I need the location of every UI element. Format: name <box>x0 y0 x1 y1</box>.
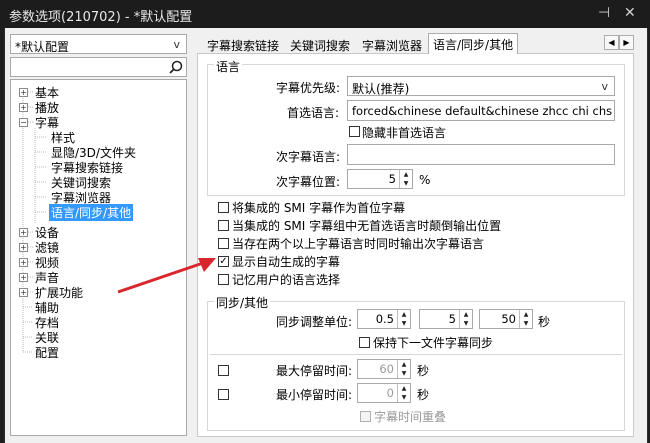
spinner-arrows-icon[interactable]: ▲ ▼ <box>397 360 410 378</box>
search-icon[interactable] <box>168 60 183 75</box>
profile-select[interactable]: *默认配置 v <box>10 34 187 54</box>
secondary-position-label: 次字幕位置: <box>276 175 341 189</box>
language-group-label: 语言 <box>214 58 243 75</box>
hide-nonpreferred-label: 隐藏非首选语言 <box>362 126 447 140</box>
tab-language-sync-other[interactable]: 语言/同步/其他 <box>428 33 519 54</box>
secondary-position-spinner[interactable]: 5 ▲ ▼ <box>347 169 413 189</box>
sync-unit-value-2: 5 <box>448 312 456 326</box>
sync-unit-spinner-1[interactable]: 0.5 ▲ ▼ <box>357 309 411 329</box>
tree-expand-filters[interactable]: + <box>19 243 28 252</box>
window-title: 参数选项(210702) - *默认配置 <box>9 10 193 25</box>
chevron-down-icon: v <box>601 80 608 93</box>
preferred-language-label: 首选语言: <box>287 106 340 120</box>
tab-scroll-left-icon[interactable]: ◀ <box>604 35 619 50</box>
preferred-language-value: forced&chinese default&chinese zhcc chi … <box>352 104 614 118</box>
max-duration-spinner[interactable]: 60 ▲ ▼ <box>357 359 411 379</box>
keep-sync-checkbox[interactable] <box>359 337 370 348</box>
spinner-arrows-icon[interactable]: ▲ ▼ <box>397 310 410 328</box>
sync-unit-label: 同步调整单位: <box>276 315 353 329</box>
option-label-remember-language: 记忆用户的语言选择 <box>232 273 341 287</box>
secondary-language-input[interactable] <box>347 144 615 165</box>
search-input[interactable] <box>10 57 187 77</box>
close-icon[interactable]: ✕ <box>624 5 636 21</box>
min-duration-checkbox[interactable] <box>218 389 229 400</box>
max-duration-label: 最大停留时间: <box>276 364 353 378</box>
chevron-down-icon: v <box>173 38 180 51</box>
title-bar: 参数选项(210702) - *默认配置 ⊣ ✕ <box>0 0 650 28</box>
profile-select-value: *默认配置 <box>15 40 70 54</box>
tree-item-language-sync-other[interactable]: 语言/同步/其他 <box>49 204 134 221</box>
subtitle-overlap-checkbox[interactable] <box>360 411 371 422</box>
min-duration-value: 0 <box>386 386 394 400</box>
tab-scroll-right-icon[interactable]: ▶ <box>619 35 634 50</box>
sync-unit-suffix: 秒 <box>538 315 551 329</box>
min-duration-unit: 秒 <box>417 388 430 402</box>
min-duration-label: 最小停留时间: <box>276 388 353 402</box>
sync-unit-spinner-3[interactable]: 50 ▲ ▼ <box>479 309 533 329</box>
subtitle-priority-label: 字幕优先级: <box>276 81 341 95</box>
tree-expand-audio[interactable]: + <box>19 273 28 282</box>
option-label-auto-generated: 显示自动生成的字幕 <box>232 255 341 269</box>
sync-divider <box>210 354 622 355</box>
keep-sync-label: 保持下一文件字幕同步 <box>373 336 494 350</box>
tab-subtitle-browser[interactable]: 字幕浏览器 <box>362 35 422 54</box>
option-checkbox-output-secondary[interactable] <box>218 238 229 249</box>
max-duration-value: 60 <box>379 362 394 376</box>
max-duration-unit: 秒 <box>417 364 430 378</box>
tree-collapse-subtitles[interactable]: − <box>19 118 28 127</box>
spinner-arrows-icon[interactable]: ▲ ▼ <box>399 170 412 188</box>
tab-keyword-search[interactable]: 关键词搜索 <box>290 35 350 54</box>
subtitle-priority-value: 默认(推荐) <box>352 82 410 96</box>
pin-icon[interactable]: ⊣ <box>598 5 610 21</box>
option-label-smi-first: 将集成的 SMI 字幕作为首位字幕 <box>232 201 406 215</box>
annotation-arrow-icon <box>117 258 216 294</box>
secondary-position-value: 5 <box>388 172 396 186</box>
max-duration-checkbox[interactable] <box>218 365 229 376</box>
spinner-arrows-icon[interactable]: ▲ ▼ <box>397 384 410 402</box>
tree-expand-basic[interactable]: + <box>19 88 28 97</box>
option-checkbox-smi-reverse[interactable] <box>218 220 229 231</box>
tree-expand-devices[interactable]: + <box>19 228 28 237</box>
sync-unit-value-3: 50 <box>501 312 516 326</box>
option-label-smi-reverse: 当集成的 SMI 字幕组中无首选语言时颠倒输出位置 <box>232 219 502 233</box>
min-duration-spinner[interactable]: 0 ▲ ▼ <box>357 383 411 403</box>
spinner-arrows-icon[interactable]: ▲ ▼ <box>459 310 472 328</box>
subtitle-priority-select[interactable]: 默认(推荐) v <box>347 76 615 96</box>
tree-expand-playback[interactable]: + <box>19 103 28 112</box>
sync-group-label: 同步/其他 <box>214 294 271 311</box>
tree-item-configuration[interactable]: 配置 <box>35 344 59 361</box>
hide-nonpreferred-checkbox[interactable] <box>349 126 360 137</box>
sync-unit-spinner-2[interactable]: 5 ▲ ▼ <box>419 309 473 329</box>
subtitle-overlap-label: 字幕时间重叠 <box>374 410 447 424</box>
tab-subtitle-search-link[interactable]: 字幕搜索链接 <box>207 35 279 54</box>
option-label-output-secondary: 当存在两个以上字幕语言时同时输出次字幕语言 <box>232 237 485 251</box>
option-checkbox-smi-first[interactable] <box>218 202 229 213</box>
secondary-language-label: 次字幕语言: <box>276 150 341 164</box>
tree-expand-extensions[interactable]: + <box>19 288 28 297</box>
preferred-language-input[interactable]: forced&chinese default&chinese zhcc chi … <box>347 100 615 121</box>
secondary-position-unit: % <box>419 173 431 187</box>
spinner-arrows-icon[interactable]: ▲ ▼ <box>519 310 532 328</box>
tree-expand-video[interactable]: + <box>19 258 28 267</box>
sync-unit-value-1: 0.5 <box>375 312 394 326</box>
